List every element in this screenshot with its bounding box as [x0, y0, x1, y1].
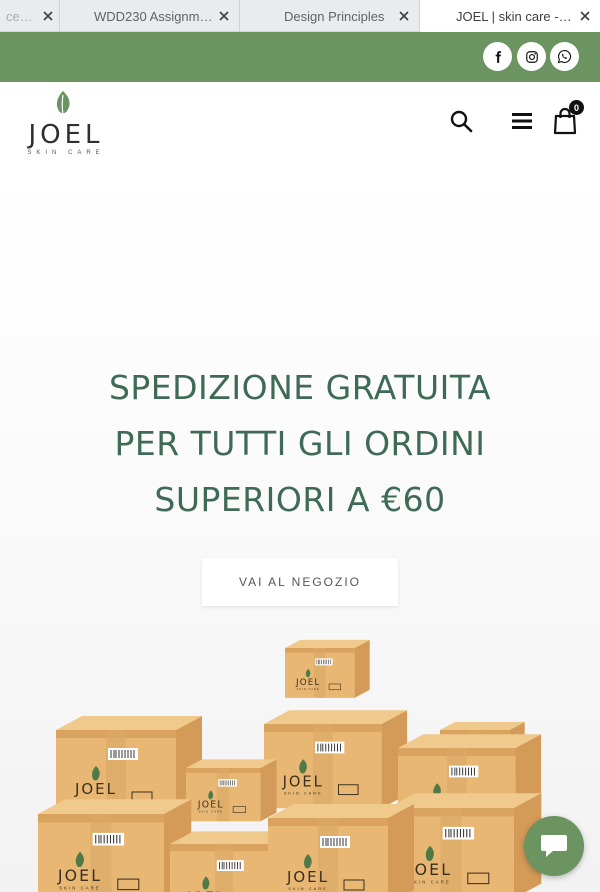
tab-title: WDD230 Assignme... [94, 8, 213, 24]
chat-bubble-icon [541, 835, 567, 857]
hero-headline: SPEDIZIONE GRATUITA PER TUTTI GLI ORDINI… [0, 360, 600, 528]
menu-icon[interactable] [510, 109, 534, 133]
headline-line: SPEDIZIONE GRATUITA [108, 368, 492, 407]
cart-count-badge: 0 [569, 100, 584, 115]
cart-button[interactable]: 0 [550, 100, 584, 136]
close-icon[interactable] [37, 5, 59, 27]
logo-subtitle: SKIN CARE [27, 150, 105, 156]
close-icon[interactable] [393, 5, 415, 27]
close-icon[interactable] [574, 5, 596, 27]
headline-line: SUPERIORI A €60 [154, 480, 446, 519]
tab-title: Design Principles [284, 8, 385, 24]
hero-banner: SPEDIZIONE GRATUITA PER TUTTI GLI ORDINI… [0, 164, 600, 892]
browser-tab[interactable]: ce… [0, 0, 60, 32]
leaf-icon [56, 91, 70, 116]
browser-tab[interactable]: WDD230 Assignme... [60, 0, 240, 32]
top-social-bar [0, 32, 600, 82]
search-icon[interactable] [448, 108, 474, 134]
tab-title: ce… [6, 8, 33, 24]
browser-tab[interactable]: Design Principles [240, 0, 420, 32]
browser-tab-active[interactable]: JOEL | skin care - c... [420, 0, 600, 32]
shop-button[interactable]: VAI AL NEGOZIO [202, 558, 398, 606]
shipping-boxes-illustration: JOEL SKIN CARE [37, 639, 542, 892]
whatsapp-icon[interactable] [550, 42, 579, 71]
joel-logo[interactable]: JOEL SKIN CARE [18, 90, 118, 160]
browser-tab-bar: ce… WDD230 Assignme... Design Principles… [0, 0, 600, 32]
headline-line: PER TUTTI GLI ORDINI [114, 424, 486, 463]
logo-wordmark: JOEL [28, 120, 104, 150]
facebook-icon[interactable] [483, 42, 512, 71]
chat-button[interactable] [524, 816, 584, 876]
tab-title: JOEL | skin care - c... [456, 8, 574, 24]
instagram-icon[interactable] [517, 42, 546, 71]
close-icon[interactable] [213, 5, 235, 27]
site-header: JOEL SKIN CARE 0 [0, 82, 600, 164]
